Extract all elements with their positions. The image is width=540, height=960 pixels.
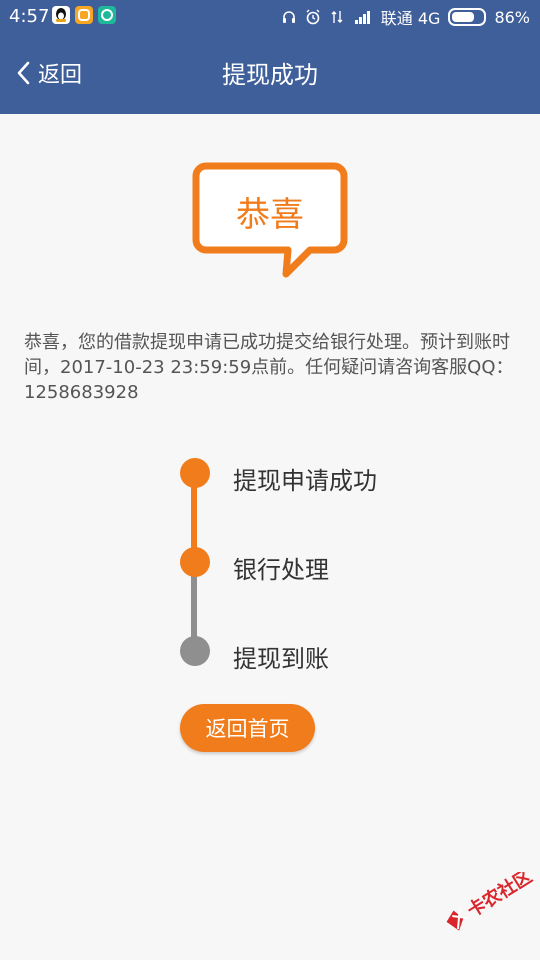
step-dot-2 [180,547,210,577]
success-message: 恭喜，您的借款提现申请已成功提交给银行处理。预计到账时间，2017-10-23 … [24,332,514,403]
watermark-logo: 卡农社区 [436,865,536,932]
status-indicators: 联通 4G 86% [281,6,530,28]
app-notification-icon [75,6,93,24]
step-label-1: 提现申请成功 [233,467,377,495]
progress-timeline: 提现申请成功 银行处理 提现到账 [180,455,480,685]
return-home-button[interactable]: 返回首页 [180,704,315,752]
page-title: 提现成功 [222,61,318,89]
step-label-2: 银行处理 [233,556,329,584]
status-time: 4:57 [9,6,50,27]
status-bar: 4:57 联通 4G 86% [0,0,540,33]
data-transfer-icon [331,11,343,23]
qq-notification-icon [52,6,70,24]
community-logo-icon: 卡农社区 [446,865,536,931]
app2-notification-icon [98,6,116,24]
congrats-badge: 恭喜 [192,162,348,280]
watermark-text: 卡农社区 [463,872,536,922]
carrier-label: 联通 4G [380,9,441,28]
alarm-icon [306,9,320,25]
signal-icon [354,11,370,24]
nav-bar: 返回 提现成功 [0,33,540,114]
headset-icon [282,11,295,23]
step-dot-3 [180,636,210,666]
congrats-text: 恭喜 [236,195,304,235]
battery-percent: 86% [494,7,530,27]
battery-icon [448,8,487,26]
step-dot-1 [180,458,210,488]
step-label-3: 提现到账 [233,645,329,673]
